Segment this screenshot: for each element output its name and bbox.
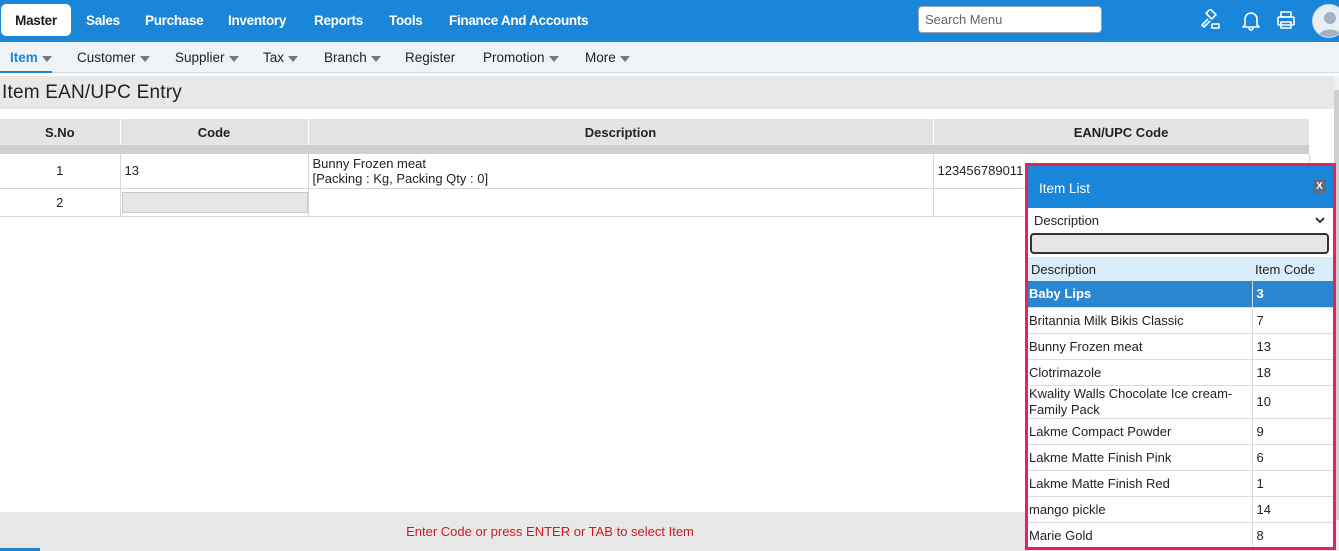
list-item[interactable]: Britannia Milk Bikis Classic 7 (1028, 307, 1333, 334)
active-subnav-indicator (0, 71, 52, 73)
nav-finance-and-accounts[interactable]: Finance And Accounts (449, 13, 589, 28)
item-description: Marie Gold (1028, 522, 1252, 547)
list-item-selected[interactable]: Baby Lips 3 (1028, 281, 1333, 308)
caret-down-icon (41, 55, 52, 62)
page-title: Item EAN/UPC Entry (2, 82, 182, 103)
caret-down-icon (139, 55, 150, 62)
cell-description: Bunny Frozen meat [Packing : Kg, Packing… (308, 154, 934, 189)
popup-header: Item List X (1028, 166, 1333, 208)
item-description: Britannia Milk Bikis Classic (1028, 307, 1252, 334)
nav-inventory[interactable]: Inventory (228, 13, 286, 28)
item-description: Clotrimazole (1028, 359, 1252, 386)
list-item[interactable]: Clotrimazole 18 (1028, 359, 1333, 386)
caret-down-icon (548, 55, 559, 62)
caret-down-icon (228, 55, 239, 62)
caret-down-icon (370, 55, 381, 62)
bell-icon[interactable] (1240, 9, 1262, 31)
nav-sales[interactable]: Sales (86, 13, 120, 28)
filter-selected-value: Description (1034, 212, 1100, 228)
column-header-description: Description (308, 119, 934, 145)
list-item[interactable]: Kwality Walls Chocolate Ice cream-Family… (1028, 385, 1333, 419)
hammer-icon[interactable] (1199, 8, 1221, 31)
nav-purchase[interactable]: Purchase (145, 13, 204, 28)
subnav-promotion[interactable]: Promotion (483, 50, 559, 65)
sub-navigation-bar: Item Customer Supplier Tax Branch Regist… (0, 42, 1339, 73)
item-code: 14 (1251, 496, 1333, 523)
item-code: 13 (1251, 333, 1333, 360)
item-code: 7 (1251, 307, 1333, 334)
caret-down-icon (288, 55, 299, 62)
item-code: 8 (1251, 522, 1333, 547)
subnav-register[interactable]: Register (405, 50, 455, 65)
column-header-ean-upc-code: EAN/UPC Code (933, 119, 1310, 145)
cell-code[interactable]: 13 (120, 154, 309, 189)
subnav-supplier[interactable]: Supplier (175, 50, 239, 65)
subnav-customer[interactable]: Customer (77, 50, 150, 65)
item-code: 1 (1251, 470, 1333, 497)
column-header-item-code: Item Code (1252, 257, 1333, 281)
column-header-sno: S.No (0, 119, 121, 145)
item-description: Lakme Matte Finish Pink (1028, 444, 1252, 471)
cell-code[interactable] (120, 188, 309, 217)
cell-sno: 2 (0, 188, 121, 217)
user-avatar[interactable] (1312, 4, 1339, 38)
subnav-tax[interactable]: Tax (263, 50, 299, 65)
item-description: Bunny Frozen meat (312, 155, 426, 171)
cell-description (308, 188, 934, 217)
list-item[interactable]: Lakme Matte Finish Pink 6 (1028, 444, 1333, 471)
top-navigation-bar: Master Sales Purchase Inventory Reports … (0, 0, 1339, 42)
item-search-input[interactable] (1030, 233, 1329, 254)
printer-icon[interactable] (1275, 9, 1297, 31)
item-description: Bunny Frozen meat (1028, 333, 1252, 360)
item-list-header: Description Item Code (1028, 257, 1333, 281)
popup-title: Item List (1039, 181, 1091, 196)
item-description: Lakme Matte Finish Red (1028, 470, 1252, 497)
item-code: 9 (1251, 418, 1333, 445)
nav-tools[interactable]: Tools (389, 13, 423, 28)
close-icon[interactable]: X (1313, 180, 1326, 193)
search-menu-input[interactable] (918, 6, 1102, 33)
cell-sno: 1 (0, 154, 121, 189)
item-code: 6 (1251, 444, 1333, 471)
item-code: 3 (1251, 281, 1333, 308)
item-packing-info: [Packing : Kg, Packing Qty : 0] (312, 170, 489, 186)
item-list-table: Description Item Code Baby Lips 3 Britann… (1028, 257, 1333, 547)
subnav-branch[interactable]: Branch (324, 50, 381, 65)
code-input[interactable] (121, 191, 308, 213)
list-item[interactable]: Lakme Matte Finish Red 1 (1028, 470, 1333, 497)
list-item[interactable]: Lakme Compact Powder 9 (1028, 418, 1333, 445)
item-description: Lakme Compact Powder (1028, 418, 1252, 445)
subnav-more[interactable]: More (585, 50, 630, 65)
list-item[interactable]: Marie Gold 8 (1028, 522, 1333, 547)
item-description: Kwality Walls Chocolate Ice cream-Family… (1028, 385, 1252, 419)
subnav-item[interactable]: Item (10, 50, 52, 65)
entry-hint-text: Enter Code or press ENTER or TAB to sele… (406, 524, 694, 539)
filter-field-select[interactable]: Description (1030, 210, 1329, 230)
item-description: mango pickle (1028, 496, 1252, 523)
page-header: Item EAN/UPC Entry (0, 76, 1334, 109)
nav-master[interactable]: Master (1, 4, 71, 36)
nav-reports[interactable]: Reports (314, 13, 363, 28)
item-list-popup: Item List X Description Description Item… (1025, 163, 1336, 550)
list-item[interactable]: mango pickle 14 (1028, 496, 1333, 523)
list-item[interactable]: Bunny Frozen meat 13 (1028, 333, 1333, 360)
item-description: Baby Lips (1028, 281, 1252, 308)
column-header-code: Code (120, 119, 309, 145)
column-header-description: Description (1028, 257, 1252, 281)
header-spacer (0, 145, 1309, 154)
table-header-row: S.No Code Description EAN/UPC Code (0, 119, 1310, 145)
caret-down-icon (619, 55, 630, 62)
item-code: 10 (1251, 385, 1333, 419)
chevron-down-icon (1315, 216, 1325, 223)
item-code: 18 (1251, 359, 1333, 386)
